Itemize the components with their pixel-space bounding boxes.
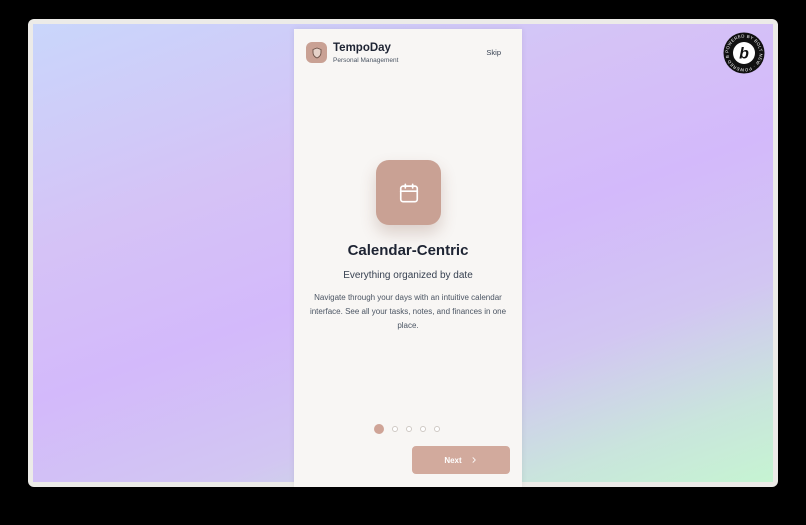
next-label: Next [444,455,462,465]
slide-title: Calendar-Centric [347,242,469,259]
badge-letter: b [739,46,749,63]
gradient-backdrop: TempoDay Personal Management Skip Calend… [33,24,773,487]
pagination-dot-4[interactable] [420,426,426,432]
app-logo [306,42,327,63]
pagination-dot-3[interactable] [406,426,412,432]
browser-window: TempoDay Personal Management Skip Calend… [28,19,778,487]
next-button[interactable]: Next [412,446,510,474]
app-subtitle: Personal Management [333,57,399,64]
pagination-dot-2[interactable] [392,426,398,432]
bolt-badge[interactable]: POWERED BY BOLT NEW · POWERED BY BOLT NE… [721,28,765,74]
skip-button[interactable]: Skip [486,48,501,57]
shield-icon [312,47,321,58]
pagination-dots [374,424,448,434]
feature-icon-tile [376,160,441,225]
app-title: TempoDay [333,42,391,54]
pagination-dot-1[interactable] [374,424,384,434]
slide-subtitle: Everything organized by date [343,270,473,281]
phone-frame: TempoDay Personal Management Skip Calend… [294,29,522,487]
chevron-right-icon [470,456,478,464]
pagination-dot-5[interactable] [434,426,440,432]
slide-description: Navigate through your days with an intui… [309,293,507,330]
calendar-icon [399,182,418,203]
